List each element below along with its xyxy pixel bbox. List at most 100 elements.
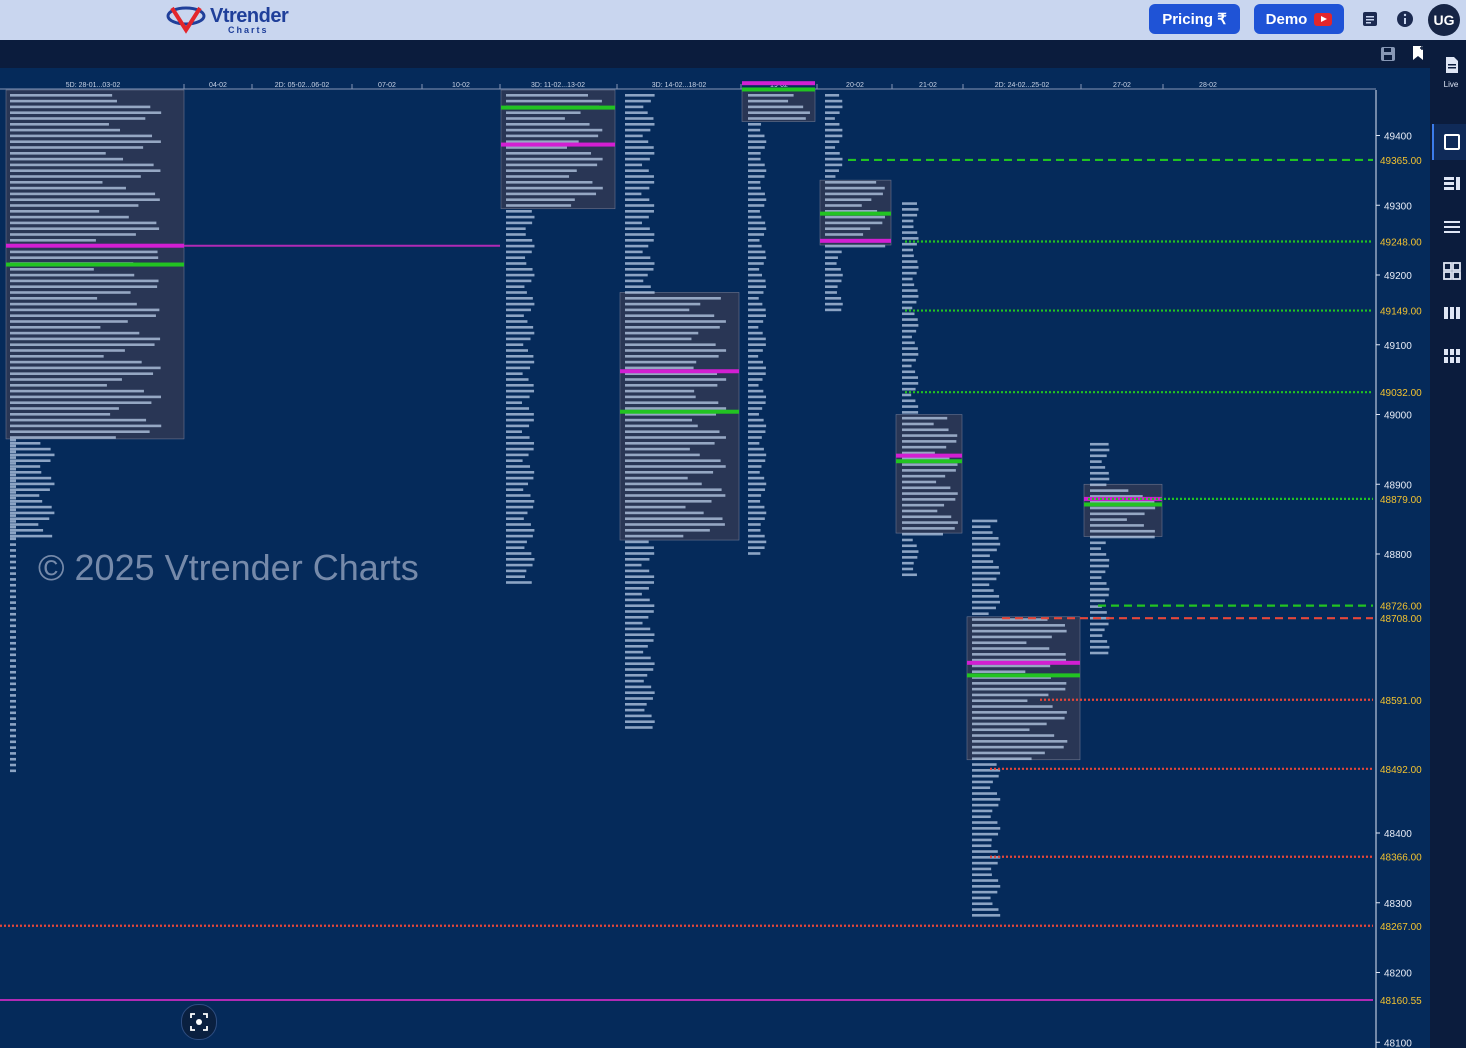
info-icon[interactable] [1396,10,1414,28]
tpo-row [625,488,722,491]
tpo-row [972,635,1052,639]
tpo-row [748,99,789,103]
tpo-row [748,389,764,393]
tpo-row [748,343,766,346]
tpo-row [10,250,158,254]
tpo-row [506,117,565,120]
date-label: 10-02 [452,82,470,89]
tpo-row [625,465,726,468]
vtrender-logo-icon [166,6,206,34]
poc-bar [967,660,1080,665]
tpo-tail [10,670,16,674]
columns-icon[interactable] [1442,305,1462,323]
tpo-tail [10,583,16,587]
document-icon[interactable] [1442,56,1462,74]
tpo-row [748,442,760,445]
tpo-row [972,612,989,616]
tpo-row [748,534,765,538]
tpo-row [1090,529,1155,533]
value-area-box[interactable] [619,292,740,541]
tpo-row [902,260,918,263]
price-tick-label: 49300 [1384,201,1412,212]
tpo-row [625,714,652,718]
tpo-row [625,146,654,149]
tpo-row [972,531,993,534]
tpo-row [10,337,161,341]
tpo-row [748,308,766,312]
value-area-box[interactable] [895,414,963,534]
tpo-row [10,314,156,317]
tpo-row [748,500,761,503]
tpo-row [625,592,642,596]
tpo-row [625,494,726,497]
reference-level-label: 48726.00 [1380,602,1422,613]
grid-icon[interactable] [1442,262,1462,280]
tpo-row [506,204,572,207]
tpo-row [748,540,767,544]
tpo-row [972,624,1065,627]
tpo-row [902,277,913,281]
tpo-tail [10,757,16,761]
user-avatar[interactable]: UG [1428,4,1460,36]
tpo-row [902,318,918,321]
tpo-row [902,550,919,553]
tpo-row [506,192,597,196]
tpo-row [506,378,529,381]
tpo-row [825,169,839,172]
tpo-row [1090,448,1110,452]
notes-icon[interactable] [1361,10,1379,28]
date-label: 07-02 [378,82,396,89]
tpo-tail [10,769,16,773]
tpo-row [506,152,592,155]
tpo-row [902,428,949,432]
save-icon[interactable] [1380,46,1396,62]
tpo-row [10,146,144,149]
tpo-row [748,279,766,283]
screenshot-button[interactable] [181,1004,217,1040]
tpo-row [748,372,766,375]
tpo-row [506,511,528,515]
tpo-row [625,453,700,457]
price-tick-label: 49100 [1384,341,1412,352]
tpo-tail [10,543,16,546]
tpo-row [748,494,762,497]
market-profile-chart[interactable]: 5D: 28-01...03-02 04-02 2D: 05-02...06-02 0… [0,68,1430,1048]
value-area-box[interactable] [1083,483,1163,537]
square-icon[interactable] [1442,133,1462,151]
tpo-row [825,233,864,236]
tpo-row [625,355,719,358]
tpo-row [825,181,877,184]
tpo-tail [10,665,16,668]
tpo-row [825,279,842,283]
bookmark-icon[interactable] [1410,45,1426,61]
tpo-row [10,511,55,515]
tiles-icon[interactable] [1442,348,1462,366]
tpo-row [10,395,162,399]
date-label: 21-02 [919,82,937,89]
tpo-row [625,505,686,509]
tpo-row [748,471,760,474]
tpo-row [10,424,162,428]
tpo-row [972,740,1068,743]
tpo-row [625,314,715,317]
tpo-row [902,561,914,565]
pricing-button[interactable]: Pricing ₹ [1149,4,1240,34]
rows-icon[interactable] [1442,219,1462,237]
tpo-row [825,250,842,254]
tpo-tail [10,734,16,738]
tpo-row [748,488,766,491]
tpo-row [972,595,1000,598]
tpo-row [748,482,767,486]
list-layout-icon[interactable] [1442,176,1462,194]
tpo-row [10,523,39,526]
tpo-row [972,896,991,900]
tpo-row [506,134,599,138]
tpo-row [972,792,998,795]
demo-button[interactable]: Demo [1254,4,1344,34]
tpo-tail [10,491,16,494]
tpo-row [10,471,42,474]
tpo-row [825,186,885,190]
tpo-tail [10,688,16,691]
brand-logo[interactable]: Vtrender Charts [166,4,289,36]
tpo-row [625,215,649,219]
